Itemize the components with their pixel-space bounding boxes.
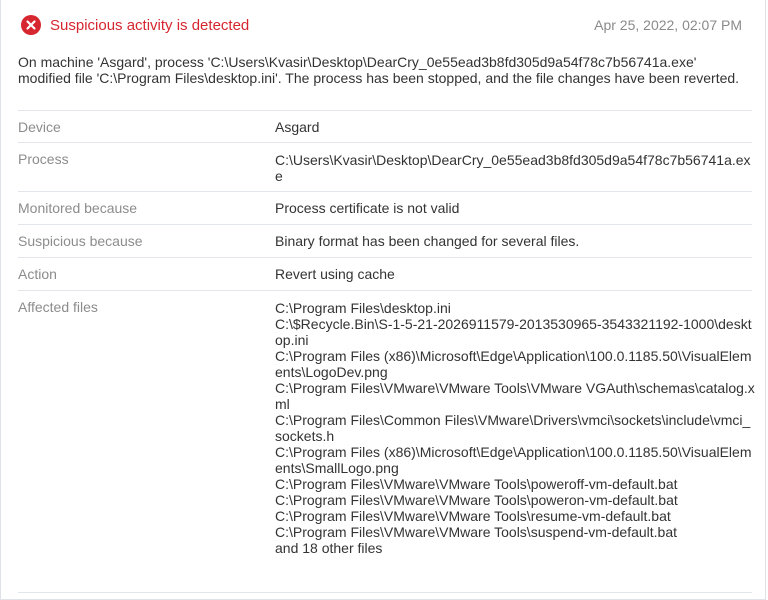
detail-row-device: Device Asgard	[18, 110, 752, 143]
detail-value: C:\Users\Kvasir\Desktop\DearCry_0e55ead3…	[275, 152, 751, 184]
detail-row-action: Action Revert using cache	[18, 258, 752, 291]
detail-label: Affected files	[18, 299, 98, 315]
affected-file: C:\Program Files (x86)\Microsoft\Edge\Ap…	[275, 348, 752, 380]
affected-file: C:\Program Files\VMware\VMware Tools\pow…	[275, 492, 678, 508]
affected-file: C:\Program Files\VMware\VMware Tools\VMw…	[275, 380, 755, 412]
detail-label: Device	[18, 119, 61, 135]
details-table: Device Asgard Process C:\Users\Kvasir\De…	[18, 110, 755, 593]
alert-timestamp: Apr 25, 2022, 02:07 PM	[594, 17, 742, 33]
detail-row-affected-files: Affected files C:\Program Files\desktop.…	[18, 291, 755, 593]
detail-row-process: Process C:\Users\Kvasir\Desktop\DearCry_…	[18, 143, 752, 192]
detail-value: Revert using cache	[275, 266, 395, 282]
detail-value: Binary format has been changed for sever…	[275, 233, 580, 249]
alert-description: On machine 'Asgard', process 'C:\Users\K…	[18, 54, 740, 87]
affected-file: C:\Program Files\VMware\VMware Tools\res…	[275, 508, 671, 524]
detail-label: Monitored because	[18, 200, 138, 216]
alert-header: Suspicious activity is detected Apr 25, …	[1, 0, 767, 52]
detail-label: Suspicious because	[18, 233, 143, 249]
detail-row-monitored: Monitored because Process certificate is…	[18, 192, 752, 225]
detail-label: Process	[18, 151, 69, 167]
alert-title: Suspicious activity is detected	[50, 17, 250, 34]
error-x-icon	[21, 15, 41, 35]
affected-file: C:\Program Files\Common Files\VMware\Dri…	[275, 412, 751, 444]
affected-file: C:\$Recycle.Bin\S-1-5-21-2026911579-2013…	[275, 316, 752, 348]
affected-file: C:\Program Files\VMware\VMware Tools\sus…	[275, 524, 678, 540]
detail-value: Asgard	[275, 119, 320, 135]
affected-files-more: and 18 other files	[275, 540, 383, 556]
affected-file: C:\Program Files\VMware\VMware Tools\pow…	[275, 476, 678, 492]
alert-card: Suspicious activity is detected Apr 25, …	[0, 0, 766, 600]
detail-label: Action	[18, 266, 57, 282]
affected-file: C:\Program Files\desktop.ini	[275, 300, 451, 316]
detail-value: Process certificate is not valid	[275, 200, 460, 216]
affected-file: C:\Program Files (x86)\Microsoft\Edge\Ap…	[275, 444, 752, 476]
affected-files-list: C:\Program Files\desktop.ini C:\$Recycle…	[275, 300, 755, 556]
detail-row-suspicious: Suspicious because Binary format has bee…	[18, 225, 752, 258]
